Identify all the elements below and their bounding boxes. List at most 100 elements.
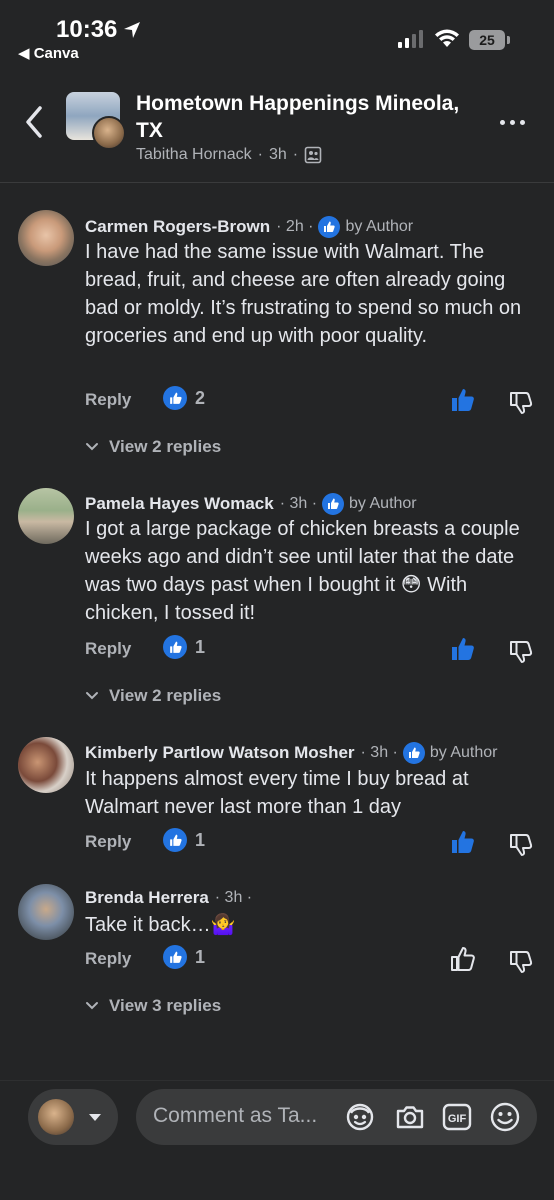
comment-meta: · 3h · — [215, 889, 252, 907]
wifi-icon — [435, 29, 459, 47]
author-name[interactable]: Brenda Herrera — [85, 888, 209, 908]
like-count: 2 — [195, 387, 206, 408]
like-badge-icon — [163, 945, 187, 969]
author-name[interactable]: Carmen Rogers-Brown — [85, 217, 270, 237]
group-title[interactable]: Hometown Happenings Mineola, TX — [136, 90, 486, 144]
comment-author: Kimberly Partlow Watson Mosher · 3h · by… — [85, 742, 497, 764]
comment-text: I got a large package of chicken breasts… — [85, 518, 520, 624]
reaction-summary[interactable]: 1 — [163, 945, 205, 969]
thumb-down-icon[interactable] — [507, 947, 535, 975]
status-bar: 10:36 ◀ Canva 25 — [0, 0, 554, 70]
avatar — [38, 1099, 74, 1135]
avatar[interactable] — [18, 884, 74, 940]
comment-text: I have had the same issue with Walmart. … — [85, 241, 522, 347]
author-name[interactable]: Pamela Hayes Womack — [85, 494, 274, 514]
by-author-label: by Author — [429, 744, 498, 761]
svg-text:GIF: GIF — [448, 1113, 467, 1125]
comment-age: · 3h · — [360, 744, 398, 761]
reaction-summary[interactable]: 1 — [163, 635, 205, 659]
by-author-label: by Author — [345, 218, 414, 235]
comment-text: Take it back…🤷‍♀️ — [85, 914, 236, 936]
author-name[interactable]: Kimberly Partlow Watson Mosher — [85, 743, 355, 763]
author-badge-icon — [318, 216, 341, 238]
view-replies-button[interactable]: View 2 replies — [85, 686, 221, 706]
more-dots-icon — [500, 119, 505, 125]
comment-age: · 2h · — [276, 218, 314, 235]
thumb-up-icon[interactable] — [449, 945, 477, 973]
view-replies-button[interactable]: View 3 replies — [85, 996, 221, 1016]
comment-text: It happens almost every time I buy bread… — [85, 768, 469, 818]
reaction-summary[interactable]: 2 — [163, 386, 205, 410]
people-icon — [304, 146, 322, 164]
view-replies-label: View 3 replies — [109, 996, 222, 1015]
like-count: 1 — [195, 829, 206, 850]
gif-icon[interactable]: GIF — [441, 1101, 473, 1133]
thumb-down-icon[interactable] — [507, 388, 535, 416]
profile-switcher[interactable] — [28, 1089, 118, 1145]
post-age: 3h — [268, 146, 287, 163]
chevron-down-icon — [86, 692, 98, 700]
comment-meta: · 3h · by Author — [280, 493, 417, 515]
reaction-summary[interactable]: 1 — [163, 828, 205, 852]
author-badge-icon — [402, 742, 425, 764]
group-avatar[interactable] — [66, 92, 128, 154]
reply-button[interactable]: Reply — [85, 390, 131, 410]
like-count: 1 — [195, 946, 206, 967]
comment-author: Pamela Hayes Womack · 3h · by Author — [85, 493, 417, 515]
like-badge-icon — [163, 386, 187, 410]
comment-age: · 3h · — [214, 889, 253, 906]
comment-placeholder: Comment as Ta... — [153, 1104, 318, 1127]
reply-button[interactable]: Reply — [85, 949, 131, 969]
chevron-down-icon — [86, 443, 98, 451]
caret-down-icon — [89, 1114, 101, 1121]
like-badge-icon — [163, 635, 187, 659]
thumb-down-icon[interactable] — [507, 830, 535, 858]
separator: · — [257, 146, 263, 163]
poster-avatar — [92, 116, 126, 150]
reply-button[interactable]: Reply — [85, 832, 131, 852]
chevron-down-icon — [86, 1002, 98, 1010]
like-badge-icon — [163, 828, 187, 852]
more-options-button[interactable] — [500, 112, 540, 132]
comment-meta: · 3h · by Author — [360, 742, 498, 764]
reply-button[interactable]: Reply — [85, 639, 131, 659]
avatar-sticker-icon[interactable] — [344, 1101, 376, 1133]
avatar[interactable] — [18, 210, 74, 266]
comment-age: · 3h · — [279, 495, 318, 512]
author-badge-icon — [322, 493, 345, 515]
signal-icon — [398, 30, 423, 48]
location-arrow-icon — [124, 22, 140, 38]
thumb-up-icon[interactable] — [449, 635, 477, 663]
status-time: 10:36 — [56, 16, 118, 43]
comment-actions: Reply 1 — [85, 635, 540, 665]
comment-meta: · 2h · by Author — [276, 216, 413, 238]
thumb-down-icon[interactable] — [507, 637, 535, 665]
post-author[interactable]: Tabitha Hornack — [136, 146, 252, 164]
view-replies-label: View 2 replies — [109, 686, 222, 705]
comment-author: Carmen Rogers-Brown · 2h · by Author — [85, 216, 413, 238]
comment-actions: Reply 1 — [85, 828, 540, 858]
comment-composer: Comment as Ta... GIF — [0, 1080, 554, 1200]
battery-nub — [507, 36, 510, 44]
camera-icon[interactable] — [394, 1101, 426, 1133]
comment-author: Brenda Herrera · 3h · — [85, 888, 252, 908]
thumb-up-icon[interactable] — [449, 828, 477, 856]
back-chevron-icon[interactable] — [18, 102, 50, 142]
comment-actions: Reply 1 — [85, 945, 540, 975]
separator: · — [292, 146, 299, 163]
by-author-label: by Author — [349, 495, 417, 512]
emoji-icon[interactable] — [489, 1101, 521, 1133]
avatar[interactable] — [18, 488, 74, 544]
like-count: 1 — [195, 636, 206, 657]
comment-input[interactable]: Comment as Ta... GIF — [136, 1089, 537, 1145]
back-to-app-link[interactable]: ◀ Canva — [18, 44, 79, 62]
thumb-up-icon[interactable] — [449, 386, 477, 414]
header-divider — [0, 182, 554, 183]
battery-icon: 25 — [469, 30, 505, 50]
avatar[interactable] — [18, 737, 74, 793]
view-replies-button[interactable]: View 2 replies — [85, 437, 221, 457]
post-header: Hometown Happenings Mineola, TX Tabitha … — [0, 78, 554, 182]
post-subtitle: Tabitha Hornack · 3h · — [136, 146, 322, 164]
view-replies-label: View 2 replies — [109, 437, 222, 456]
comment-actions: Reply 2 — [85, 386, 540, 416]
